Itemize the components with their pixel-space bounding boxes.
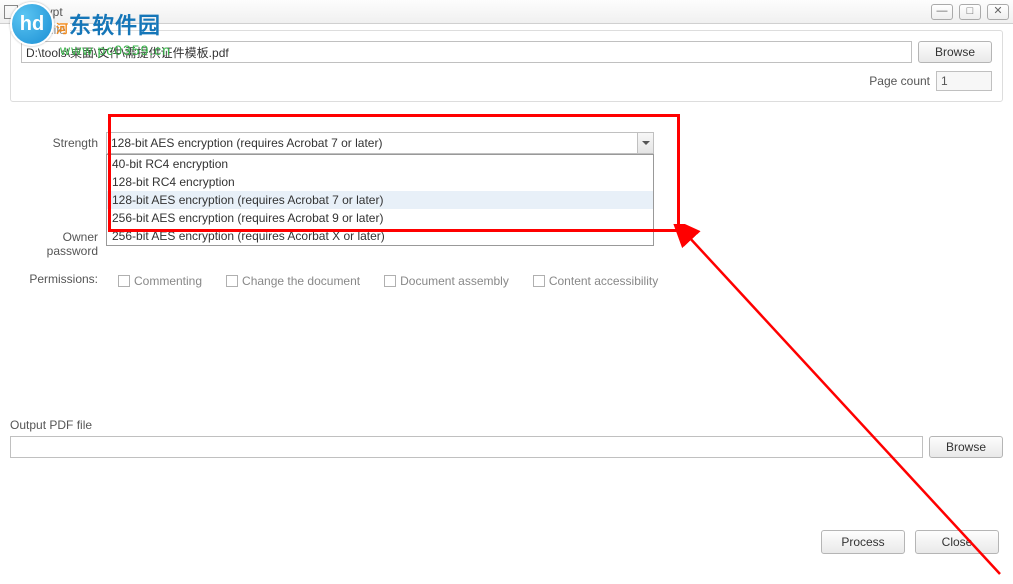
permission-commenting[interactable]: Commenting (118, 274, 202, 288)
checkbox-icon (226, 275, 238, 287)
permission-label: Change the document (242, 274, 360, 288)
permissions-label: Permissions: (14, 272, 106, 286)
pdf-path-input[interactable] (21, 41, 912, 63)
permission-content-accessibility[interactable]: Content accessibility (533, 274, 658, 288)
bottom-bar: Process Close (821, 530, 999, 554)
checkbox-icon (118, 275, 130, 287)
permission-document-assembly[interactable]: Document assembly (384, 274, 509, 288)
close-button[interactable]: Close (915, 530, 999, 554)
browse-output-button[interactable]: Browse (929, 436, 1003, 458)
permission-change-document[interactable]: Change the document (226, 274, 360, 288)
app-icon (4, 5, 18, 19)
strength-option[interactable]: 256-bit AES encryption (requires Acrobat… (107, 209, 653, 227)
strength-option[interactable]: 128-bit RC4 encryption (107, 173, 653, 191)
window-controls: — □ ✕ (931, 4, 1009, 20)
close-window-button[interactable]: ✕ (987, 4, 1009, 20)
encryption-settings: Strength 40-bit RC4 encryption 128-bit R… (10, 116, 1003, 308)
output-label: Output PDF file (10, 418, 1003, 432)
minimize-button[interactable]: — (931, 4, 953, 20)
permissions-checks: Commenting Change the document Document … (118, 272, 658, 288)
titlebar: Encrypt — □ ✕ (0, 0, 1013, 24)
chevron-down-icon[interactable] (637, 133, 653, 153)
output-path-input[interactable] (10, 436, 923, 458)
page-count-label: Page count (869, 74, 930, 88)
strength-label: Strength (14, 136, 106, 150)
permission-label: Content accessibility (549, 274, 658, 288)
strength-option[interactable]: 256-bit AES encryption (requires Acorbat… (107, 227, 653, 245)
pdf-file-group: PDF file Browse Page count (10, 30, 1003, 102)
owner-password-label: Owner password (14, 230, 106, 258)
page-count-input[interactable] (936, 71, 992, 91)
strength-combo[interactable]: 40-bit RC4 encryption 128-bit RC4 encryp… (106, 132, 654, 154)
window-title: Encrypt (22, 5, 931, 19)
permission-label: Document assembly (400, 274, 509, 288)
maximize-button[interactable]: □ (959, 4, 981, 20)
strength-option[interactable]: 40-bit RC4 encryption (107, 155, 653, 173)
strength-selected[interactable] (106, 132, 654, 154)
checkbox-icon (533, 275, 545, 287)
permission-label: Commenting (134, 274, 202, 288)
strength-option[interactable]: 128-bit AES encryption (requires Acrobat… (107, 191, 653, 209)
process-button[interactable]: Process (821, 530, 905, 554)
checkbox-icon (384, 275, 396, 287)
strength-dropdown: 40-bit RC4 encryption 128-bit RC4 encryp… (106, 154, 654, 246)
output-section: Output PDF file Browse (10, 418, 1003, 458)
browse-pdf-button[interactable]: Browse (918, 41, 992, 63)
pdf-file-legend: PDF file (19, 23, 70, 37)
